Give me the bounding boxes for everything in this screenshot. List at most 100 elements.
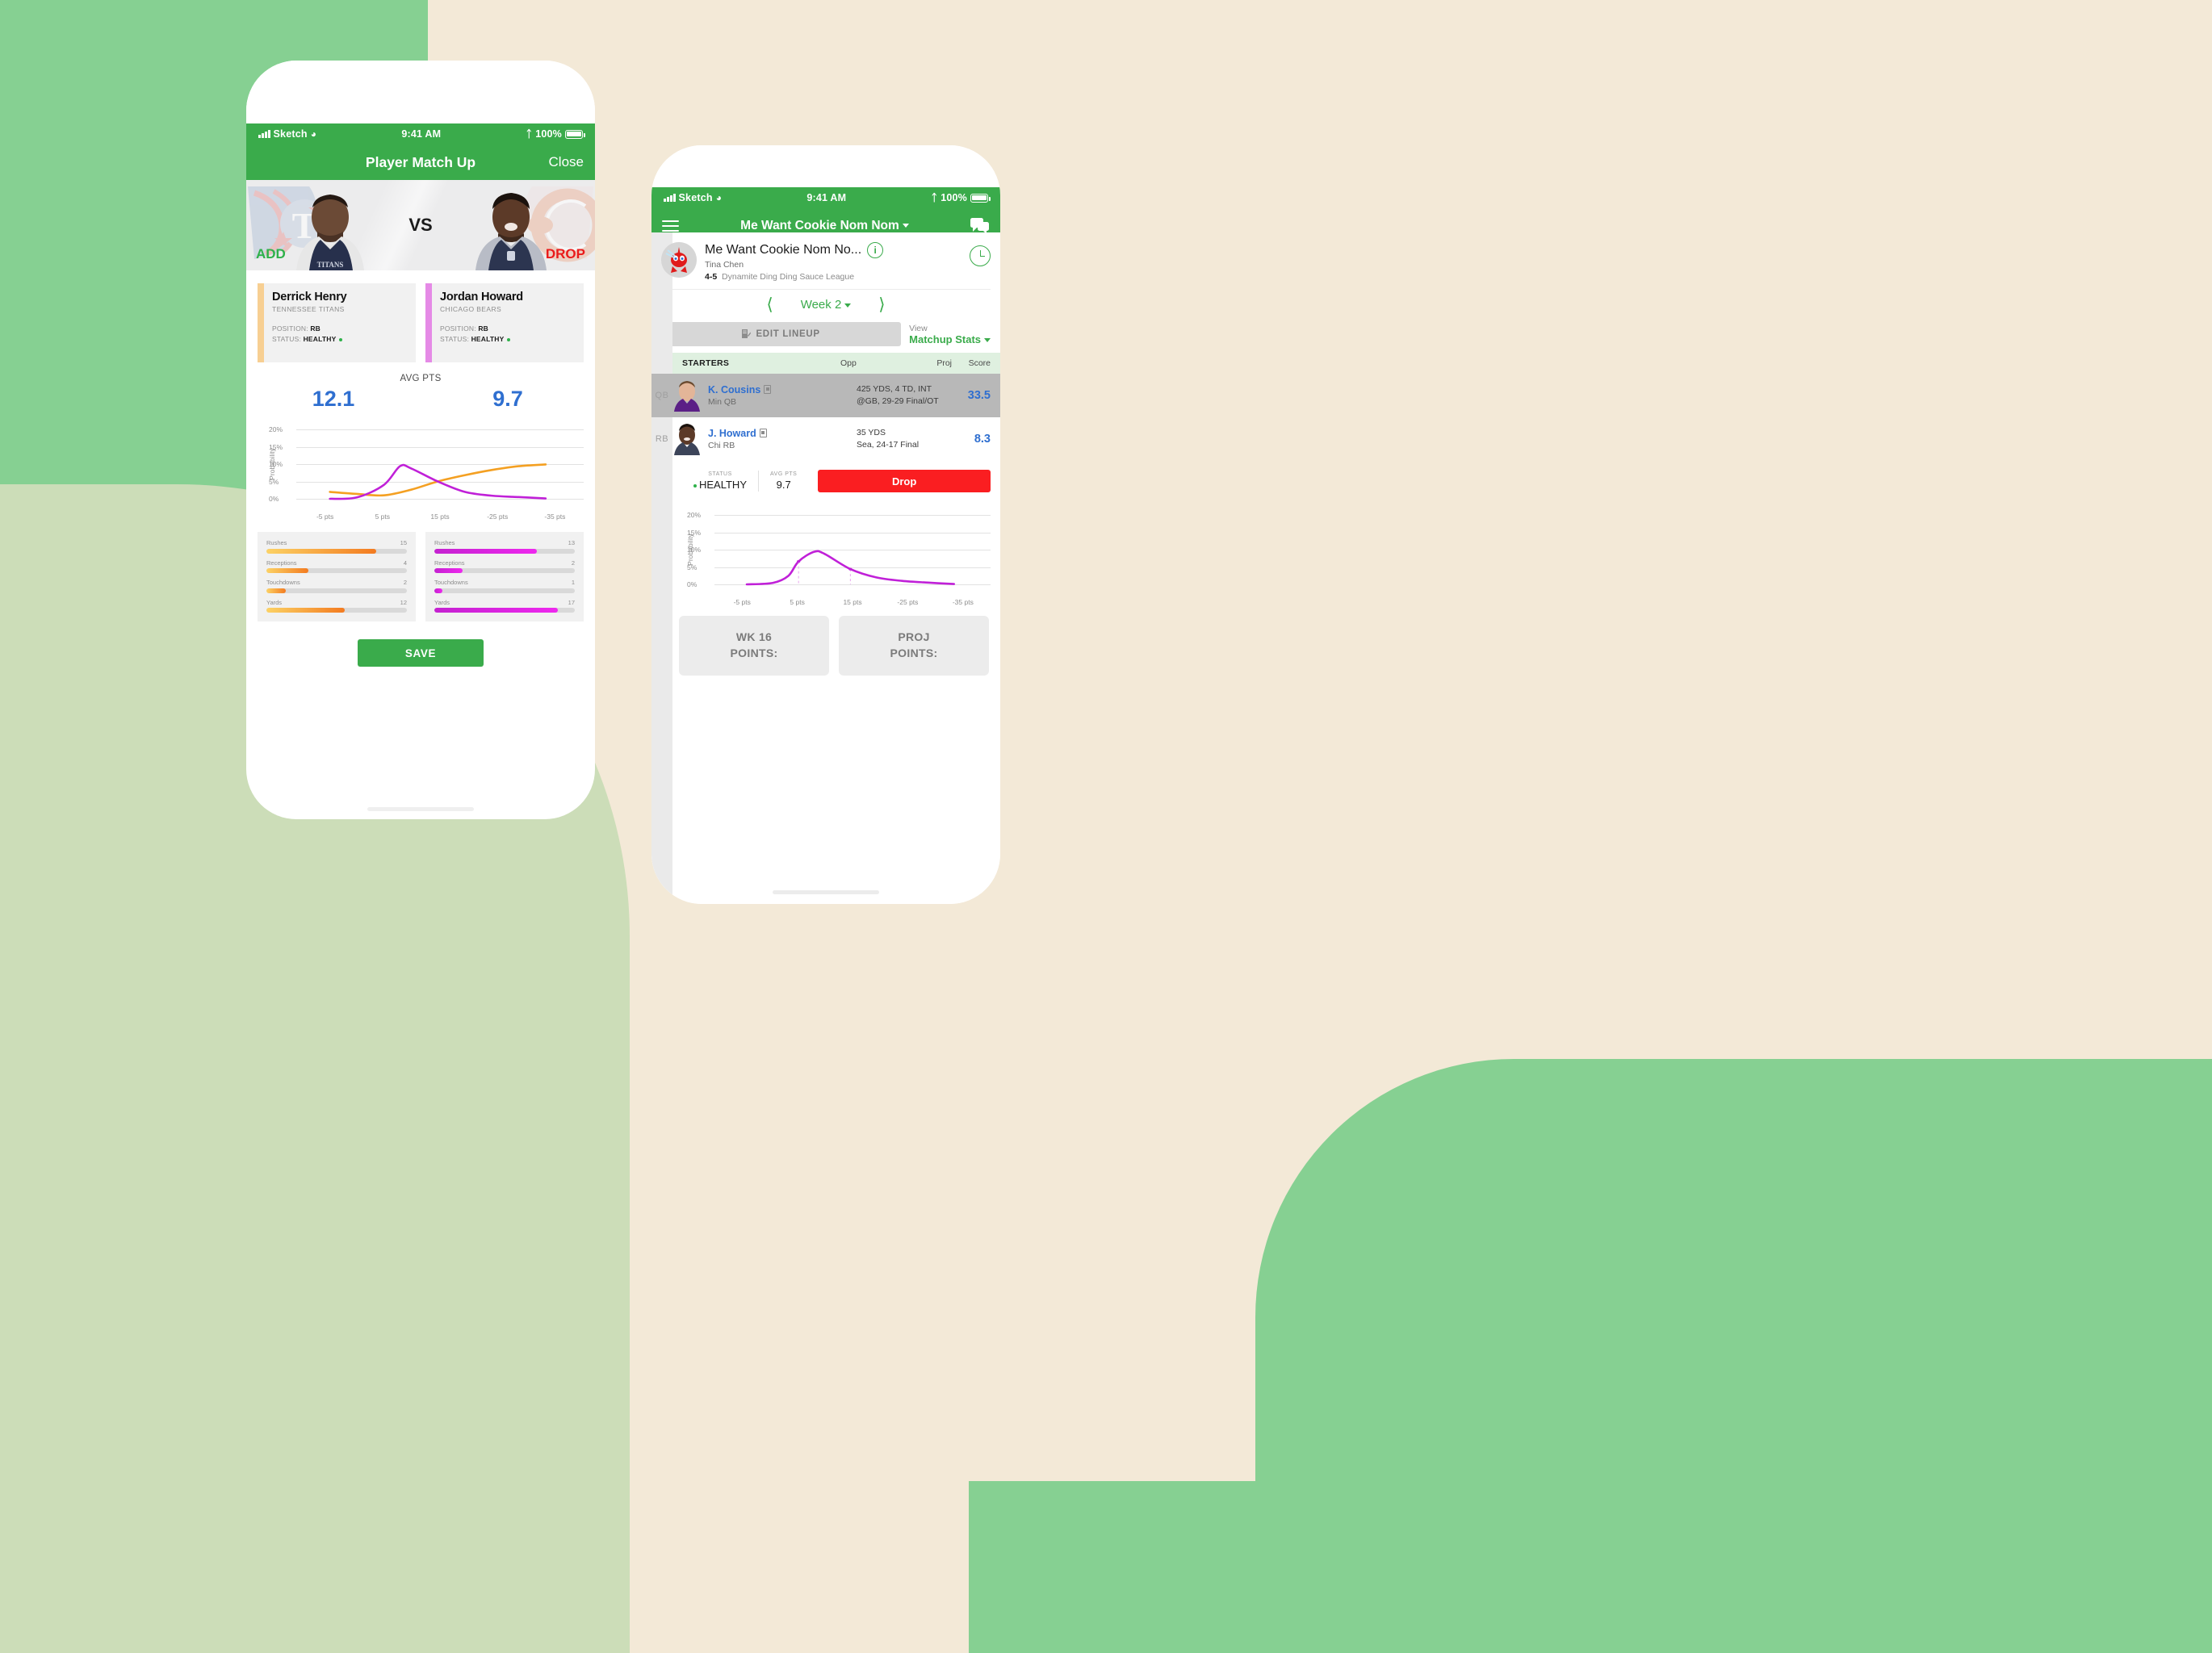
x-tick-label: -35 pts (544, 513, 566, 521)
week-selector[interactable]: Week 2 (801, 298, 852, 312)
proj-points-card[interactable]: PROJ POINTS: (839, 616, 989, 676)
team-selector[interactable]: Me Want Cookie Nom Nom (687, 219, 962, 233)
player-card-accent-left (258, 283, 264, 362)
info-icon[interactable]: i (867, 242, 884, 258)
background-shape-green-bottom-fill (969, 1481, 2212, 1653)
news-icon[interactable] (764, 385, 772, 394)
stat-row: Receptions 4 (266, 559, 407, 573)
drop-button[interactable]: Drop (818, 470, 991, 492)
player-card-left[interactable]: Derrick Henry TENNESSEE TITANS POSITION:… (258, 283, 416, 362)
player-team: CHICAGO BEARS (440, 305, 502, 313)
player-team-pos: Min QB (708, 397, 737, 407)
vs-label: VS (408, 215, 433, 235)
status-label: STATUS (708, 471, 732, 477)
stat-track (434, 548, 575, 554)
bluetooth-icon: ᛏ (931, 192, 938, 203)
left-navbar: Player Match Up Close (246, 144, 595, 180)
screenshot-stage: Sketch ◕ 9:41 AM ᛏ 100% Player Match Up … (0, 0, 2212, 1653)
wk16-points-card[interactable]: WK 16 POINTS: (679, 616, 829, 676)
team-owner: Tina Chen (705, 260, 744, 270)
action-row: EDIT LINEUP View Matchup Stats (651, 319, 1000, 353)
player-name-link[interactable]: J. Howard (708, 428, 756, 439)
stat-card-right: Rushes 13 Receptions 2 Touchdowns 1 Yards 17 (425, 532, 584, 621)
chevron-down-icon (844, 303, 852, 308)
player-photo-left: TITANS (296, 195, 364, 270)
bluetooth-icon: ᛏ (526, 128, 533, 140)
chevron-down-icon (902, 224, 909, 228)
add-label[interactable]: ADD (256, 246, 286, 262)
avatar (661, 242, 697, 278)
team-selector-label: Me Want Cookie Nom Nom (740, 219, 899, 232)
stat-fill (266, 568, 309, 573)
svg-text:TITANS: TITANS (317, 261, 344, 269)
bottom-cards-row: WK 16 POINTS: PROJ POINTS: (651, 606, 1000, 676)
avg-pts-label: AVG PTS (770, 471, 798, 477)
stat-label: Yards (266, 598, 283, 606)
y-tick-label: 20% (687, 511, 702, 519)
avg-pts-value: 9.7 (776, 479, 791, 491)
stat-value: 12 (400, 598, 407, 606)
view-selector[interactable]: View Matchup Stats (909, 324, 991, 345)
table-row[interactable]: QB K. Cousins Min QB 425 YDS, 4 TD, INT … (651, 374, 1000, 417)
stat-track (266, 588, 407, 593)
phone-right: Sketch ◕ 9:41 AM ᛏ 100% Me Want Cookie N… (651, 145, 1000, 904)
avg-pts-values: 12.1 9.7 (246, 387, 595, 412)
y-tick-label: 20% (269, 425, 283, 433)
player-name: Derrick Henry (272, 291, 347, 303)
row-position: RB (655, 434, 669, 444)
right-player-chart: Probability 0% 5% 10% 15% 20% (676, 505, 991, 594)
opp-stat-line: 425 YDS, 4 TD, INT (857, 383, 932, 394)
position-label: POSITION: (440, 324, 476, 333)
save-button[interactable]: SAVE (358, 639, 484, 667)
stat-row: Touchdowns 2 (266, 579, 407, 593)
stat-track (266, 608, 407, 613)
status-dot-icon (693, 483, 697, 488)
stat-value: 17 (568, 598, 575, 606)
player-card-right[interactable]: Jordan Howard CHICAGO BEARS POSITION: RB… (425, 283, 584, 362)
data-point-marker (848, 567, 853, 571)
table-row[interactable]: RB J. Howard Chi RB 35 YDS Sea, 24-17 Fi… (651, 417, 1000, 461)
clock-icon[interactable] (970, 245, 991, 266)
stat-label: Rushes (434, 539, 455, 546)
clock-label: 9:41 AM (806, 192, 847, 203)
chevron-right-icon[interactable]: ⟩ (878, 296, 885, 313)
stat-label: Yards (434, 598, 450, 606)
stat-track (266, 568, 407, 573)
wk16-line2: POINTS: (730, 647, 778, 660)
left-notch-area (246, 61, 595, 123)
proj-line1: PROJ (898, 630, 930, 643)
x-tick-label: 15 pts (843, 598, 862, 606)
stat-label: Receptions (434, 559, 465, 567)
close-button[interactable]: Close (549, 154, 584, 170)
x-tick-label: 5 pts (790, 598, 805, 606)
stat-fill (266, 548, 376, 554)
battery-percent-label: 100% (535, 128, 562, 140)
signal-bars-icon (258, 130, 270, 138)
opp-game-line: Sea, 24-17 Final (857, 440, 920, 450)
status-value: HEALTHY (699, 479, 747, 491)
battery-percent-label: 100% (941, 192, 967, 203)
y-tick-label: 10% (687, 546, 702, 554)
chevron-left-icon[interactable]: ⟨ (767, 296, 773, 313)
carrier-label: Sketch (678, 192, 713, 203)
home-indicator (773, 890, 879, 894)
right-screen: Sketch ◕ 9:41 AM ᛏ 100% Me Want Cookie N… (651, 145, 1000, 904)
stat-row: Rushes 15 (266, 539, 407, 554)
stat-row: Yards 17 (434, 599, 575, 613)
stat-track (434, 568, 575, 573)
player-name-link[interactable]: K. Cousins (708, 384, 760, 395)
player-headshot (672, 379, 702, 412)
x-tick-label: -5 pts (316, 513, 334, 521)
edit-lineup-label: EDIT LINEUP (756, 329, 820, 339)
stat-fill (266, 588, 287, 593)
view-value: Matchup Stats (909, 333, 981, 345)
status-value: HEALTHY (471, 335, 505, 344)
status-label: STATUS: (272, 335, 302, 344)
status-label: STATUS: (440, 335, 470, 344)
hamburger-icon[interactable] (662, 220, 679, 232)
left-chart-container: Probability 0% 5% 10% 15% 20% -5 pts 5 pts 15 … (246, 412, 595, 521)
drop-label[interactable]: DROP (546, 246, 585, 262)
edit-lineup-button[interactable]: EDIT LINEUP (661, 322, 902, 346)
y-tick-label: 10% (269, 460, 283, 468)
news-icon[interactable] (759, 429, 767, 437)
